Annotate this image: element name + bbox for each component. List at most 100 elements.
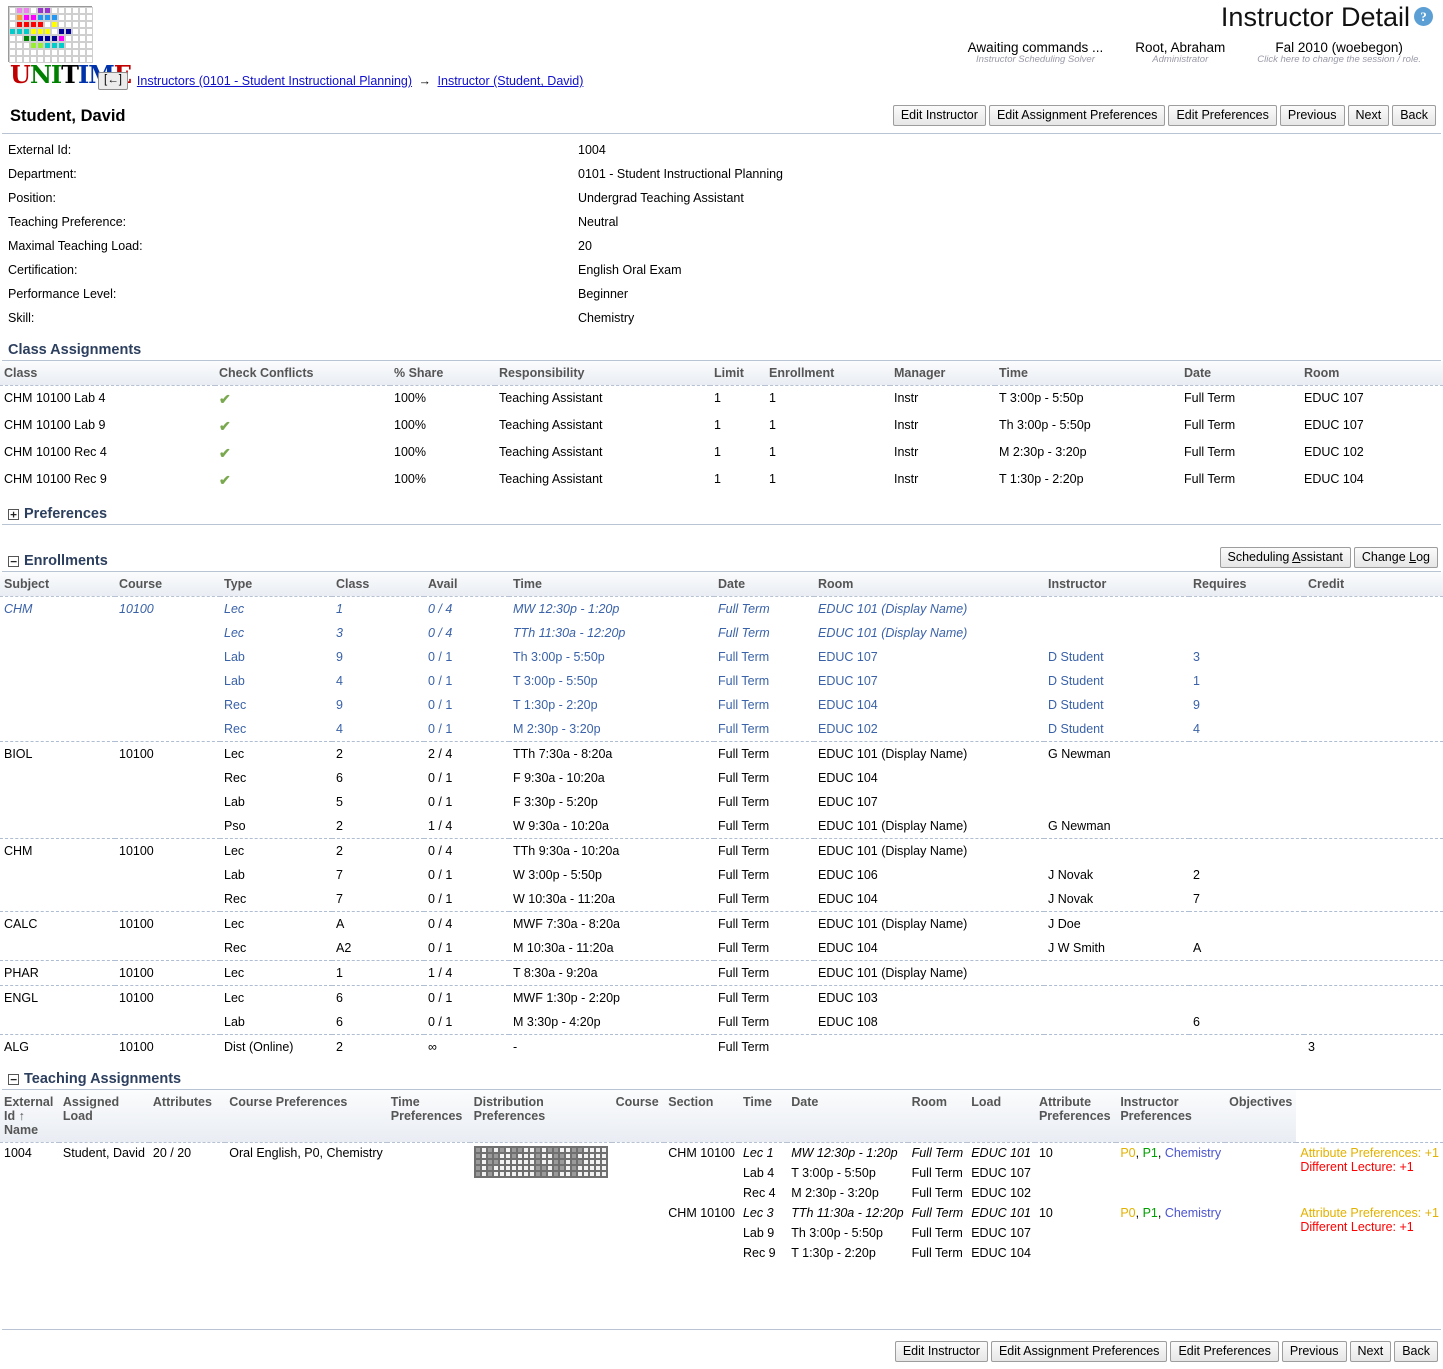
- course: 10100: [115, 911, 220, 936]
- property-label: Department:: [8, 167, 77, 181]
- table-row[interactable]: CHM 10100 Lab 9 ✔ 100% Teaching Assistant 1 1…: [0, 413, 1443, 440]
- scheduling-assistant-button[interactable]: Scheduling Assistant: [1219, 547, 1351, 568]
- room: EDUC 101 (Display Name): [814, 838, 1044, 863]
- table-row[interactable]: Rec 9 0 / 1 T 1:30p - 2:20p Full Term EDUC 10…: [0, 693, 1443, 717]
- column-header-course[interactable]: Course: [611, 1090, 665, 1143]
- column-header-objectives[interactable]: Objectives: [1225, 1090, 1297, 1143]
- column-header-section[interactable]: Section: [664, 1090, 739, 1143]
- column-header-course[interactable]: Course: [115, 572, 220, 597]
- column-header-date[interactable]: Date: [1180, 361, 1300, 386]
- column-header-time[interactable]: Time: [738, 1090, 788, 1143]
- edit-preferences-button-bottom[interactable]: Edit Preferences: [1170, 1341, 1279, 1362]
- table-row[interactable]: Pso 2 1 / 4 W 9:30a - 10:20a Full Term EDUC 1…: [0, 814, 1443, 839]
- column-header-external-id-name[interactable]: External Id ↑ Name: [0, 1090, 59, 1143]
- table-row[interactable]: Lab 7 0 / 1 W 3:00p - 5:50p Full Term EDUC 10…: [0, 863, 1443, 887]
- column-header-time[interactable]: Time: [509, 572, 714, 597]
- table-row[interactable]: Lab 4 0 / 1 T 3:00p - 5:50p Full Term EDUC 10…: [0, 669, 1443, 693]
- column-header-credit[interactable]: Credit: [1304, 572, 1443, 597]
- column-header-class[interactable]: Class: [0, 361, 215, 386]
- breadcrumb-link-instructor[interactable]: Instructor (Student, David): [438, 74, 584, 88]
- property-label: Teaching Preference:: [8, 215, 127, 229]
- status-user[interactable]: Root, Abraham Administrator: [1119, 40, 1241, 65]
- edit-instructor-button-bottom[interactable]: Edit Instructor: [894, 1341, 988, 1362]
- table-row[interactable]: Rec 7 0 / 1 W 10:30a - 11:20a Full Term EDUC …: [0, 887, 1443, 912]
- table-row[interactable]: ALG 10100 Dist (Online) 2 ∞ - Full Term 3: [0, 1034, 1443, 1059]
- column-header-enrollment[interactable]: Enrollment: [765, 361, 890, 386]
- next-button-bottom[interactable]: Next: [1349, 1341, 1392, 1362]
- edit-assignment-preferences-button[interactable]: Edit Assignment Preferences: [988, 105, 1166, 126]
- next-button[interactable]: Next: [1347, 105, 1390, 126]
- column-header-date[interactable]: Date: [787, 1090, 908, 1143]
- column-header-instructor-preferences[interactable]: Instructor Preferences: [1116, 1090, 1226, 1143]
- column-header-room[interactable]: Room: [1300, 361, 1443, 386]
- unitime-logo[interactable]: UNITIME: [8, 6, 132, 89]
- time-preferences-grid[interactable]: [473, 1146, 608, 1178]
- column-header-share[interactable]: % Share: [390, 361, 495, 386]
- column-header-class[interactable]: Class: [332, 572, 424, 597]
- table-row[interactable]: CALC 10100 Lec A 0 / 4 MWF 7:30a - 8:20a Full …: [0, 911, 1443, 936]
- avail: 2 / 4: [424, 741, 509, 766]
- column-header-limit[interactable]: Limit: [710, 361, 765, 386]
- help-icon[interactable]: ?: [1414, 7, 1433, 26]
- previous-button[interactable]: Previous: [1279, 105, 1345, 126]
- column-header-date[interactable]: Date: [714, 572, 814, 597]
- column-header-time[interactable]: Time: [995, 361, 1180, 386]
- requires: 4: [1193, 722, 1200, 736]
- table-row[interactable]: Lec 3 0 / 4 TTh 11:30a - 12:20p Full Term EDU…: [0, 621, 1443, 645]
- table-row[interactable]: PHAR 10100 Lec 1 1 / 4T 8:30a - 9:20a Full Te…: [0, 960, 1443, 986]
- table-row[interactable]: Rec 6 0 / 1 F 9:30a - 10:20a Full Term EDUC 1…: [0, 766, 1443, 790]
- back-button-bottom[interactable]: Back: [1394, 1341, 1438, 1362]
- expand-toggle-icon[interactable]: +: [8, 508, 19, 520]
- column-header-assigned-load[interactable]: Assigned Load: [58, 1090, 149, 1143]
- previous-button-bottom[interactable]: Previous: [1281, 1341, 1347, 1362]
- table-row[interactable]: CHM 10100 Rec 9 ✔ 100% Teaching Assistant 1 1…: [0, 467, 1443, 494]
- edit-preferences-button[interactable]: Edit Preferences: [1168, 105, 1277, 126]
- collapse-toggle-icon[interactable]: −: [8, 555, 19, 567]
- status-solver[interactable]: Awaiting commands ... Instructor Schedul…: [952, 40, 1120, 65]
- collapse-toggle-icon[interactable]: −: [8, 1073, 19, 1085]
- table-row[interactable]: ENGL 10100 Lec 6 0 / 1 MWF 1:30p - 2:20p Full …: [0, 985, 1443, 1010]
- column-header-avail[interactable]: Avail: [424, 572, 509, 597]
- edit-instructor-button[interactable]: Edit Instructor: [892, 105, 986, 126]
- column-header-manager[interactable]: Manager: [890, 361, 995, 386]
- table-row[interactable]: CHM 10100 Lab 4 ✔ 100% Teaching Assistant 1 1…: [0, 386, 1443, 414]
- table-row[interactable]: Lab 5 0 / 1 F 3:30p - 5:20p Full Term EDUC 10…: [0, 790, 1443, 814]
- table-row[interactable]: BIOL 10100 Lec 2 2 / 4 TTh 7:30a - 8:20a Full …: [0, 741, 1443, 766]
- section-preferences[interactable]: + Preferences: [2, 506, 1441, 525]
- property-value: 20: [578, 239, 592, 253]
- property-row: Teaching Preference: Neutral: [0, 210, 1443, 234]
- top-toolbar: Edit Instructor Edit Assignment Preferen…: [892, 105, 1436, 126]
- column-header-room[interactable]: Room: [814, 572, 1044, 597]
- column-header-check-conflicts[interactable]: Check Conflicts: [215, 361, 390, 386]
- table-row[interactable]: Lab 6 0 / 1 M 3:30p - 4:20p Full Term EDUC 10…: [0, 1010, 1443, 1035]
- back-button[interactable]: Back: [1392, 105, 1436, 126]
- column-header-load[interactable]: Load: [967, 1090, 1035, 1143]
- edit-assignment-preferences-button-bottom[interactable]: Edit Assignment Preferences: [990, 1341, 1168, 1362]
- status-session[interactable]: Fal 2010 (woebegon) Click here to change…: [1241, 40, 1437, 65]
- column-header-type[interactable]: Type: [220, 572, 332, 597]
- column-header-distribution-preferences[interactable]: Distribution Preferences: [469, 1090, 612, 1143]
- table-row[interactable]: Rec 4 0 / 1 M 2:30p - 3:20p Full Term EDUC 10…: [0, 717, 1443, 742]
- column-header-course-preferences[interactable]: Course Preferences: [225, 1090, 387, 1143]
- table-row[interactable]: CHM 10100 Lec 2 0 / 4 TTh 9:30a - 10:20a Full …: [0, 838, 1443, 863]
- column-header-room[interactable]: Room: [907, 1090, 968, 1143]
- column-header-responsibility[interactable]: Responsibility: [495, 361, 710, 386]
- credit: [1304, 741, 1443, 766]
- breadcrumb-link-instructors[interactable]: Instructors (0101 - Student Instructiona…: [137, 74, 412, 88]
- column-header-attribute-preferences[interactable]: Attribute Preferences: [1034, 1090, 1117, 1143]
- table-row[interactable]: Rec A2 0 / 1 M 10:30a - 11:20a Full Term EDUC…: [0, 936, 1443, 961]
- table-row[interactable]: CHM 10100 Lec 1 0 / 4 MW 12:30p - 1:20p Full T…: [0, 597, 1443, 622]
- change-log-button[interactable]: Change Log: [1353, 547, 1438, 568]
- table-row[interactable]: Lab 9 0 / 1 Th 3:00p - 5:50p Full Term EDUC 1…: [0, 645, 1443, 669]
- time-pref-cell[interactable]: [600, 1171, 607, 1177]
- date: Full Term: [718, 868, 770, 882]
- table-row[interactable]: CHM 10100 Rec 4 ✔ 100% Teaching Assistant 1 1…: [0, 440, 1443, 467]
- column-header-attributes[interactable]: Attributes: [148, 1090, 226, 1143]
- column-header-time-preferences[interactable]: Time Preferences: [386, 1090, 470, 1143]
- instructor: [1044, 985, 1189, 1010]
- column-header-instructor[interactable]: Instructor: [1044, 572, 1189, 597]
- column-header-subject[interactable]: Subject: [0, 572, 115, 597]
- table-row[interactable]: 1004 Student, David 20 / 20 Oral English, P…: [0, 1142, 1443, 1263]
- back-arrow-button[interactable]: [←]: [98, 72, 128, 91]
- column-header-requires[interactable]: Requires: [1189, 572, 1304, 597]
